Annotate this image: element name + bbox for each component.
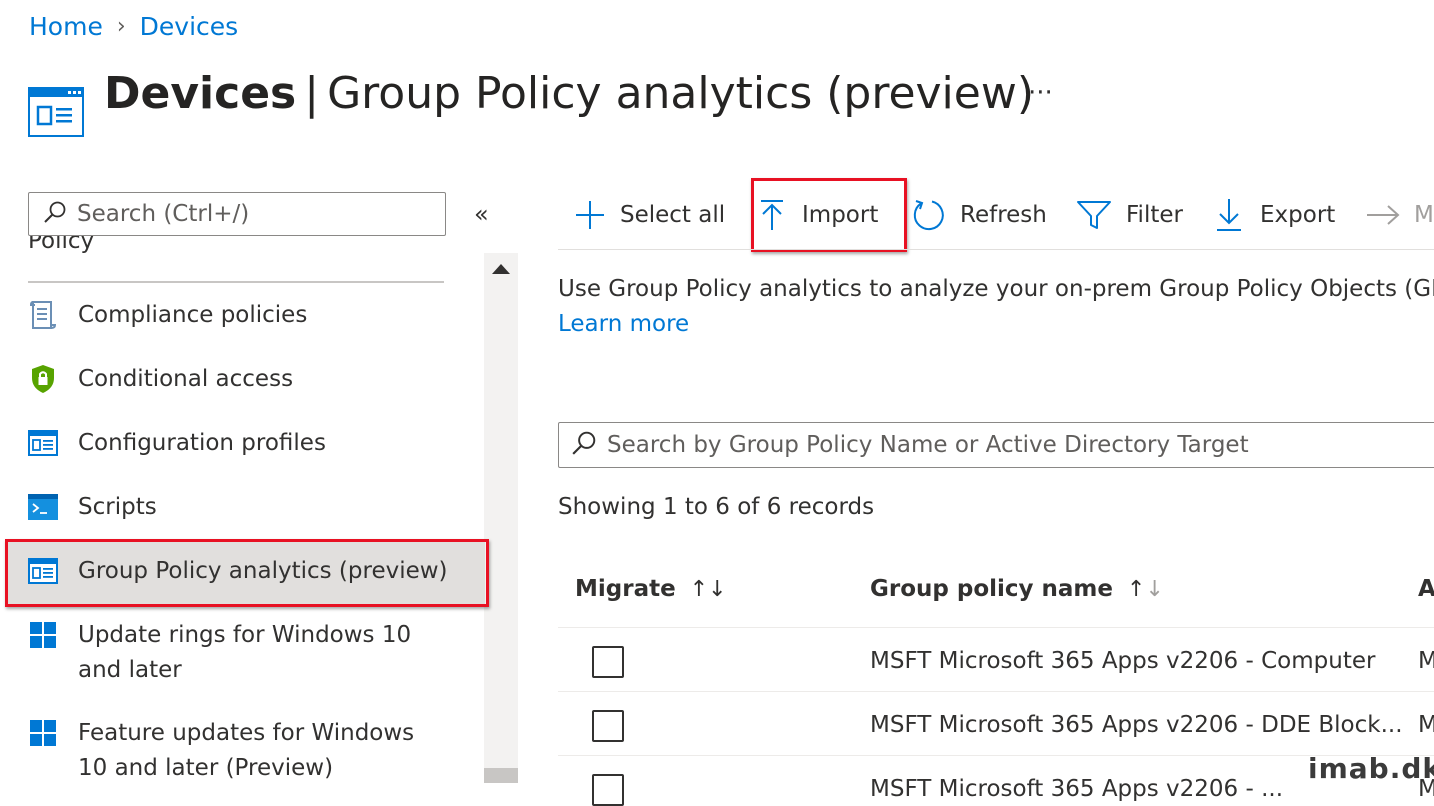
sidebar-search-input[interactable]: Search (Ctrl+/) <box>28 192 446 236</box>
search-icon <box>571 430 597 460</box>
devices-blade-icon <box>28 87 84 141</box>
sidebar-item-label: Scripts <box>78 494 157 520</box>
sidebar-item-label: Conditional access <box>78 366 294 392</box>
records-count: Showing 1 to 6 of 6 records <box>558 494 875 520</box>
sidebar-item-configuration-profiles[interactable]: Configuration profiles <box>0 426 484 466</box>
refresh-icon <box>912 198 946 232</box>
watermark: imab.dk <box>1308 752 1434 785</box>
table-row-divider <box>558 691 1434 692</box>
sidebar-item-label: Feature updates for Windows <box>78 720 415 746</box>
sort-arrows-icon[interactable]: ↑↓ <box>1127 577 1164 602</box>
highlight-box <box>5 539 489 607</box>
table-row-divider <box>558 755 1434 756</box>
row-checkbox[interactable] <box>592 710 624 742</box>
plus-icon <box>574 199 606 231</box>
select-all-button[interactable]: Select all <box>574 195 725 235</box>
page-title: Devices | Group Policy analytics (preview) <box>104 68 1034 119</box>
sidebar-section-heading: Policy <box>28 236 95 254</box>
collapse-sidebar-button[interactable]: « <box>474 200 489 228</box>
table-cell-partial: M <box>1418 712 1434 738</box>
description-text: Use Group Policy analytics to analyze yo… <box>558 276 1434 302</box>
breadcrumb-devices-link[interactable]: Devices <box>140 12 239 41</box>
sidebar-item-label: 10 and later (Preview) <box>78 755 334 781</box>
select-all-label: Select all <box>620 202 726 228</box>
more-options-button[interactable]: ··· <box>1028 78 1053 108</box>
migrate-label: M <box>1414 202 1434 228</box>
learn-more-link[interactable]: Learn more <box>558 311 689 337</box>
column-header-migrate[interactable]: Migrate ↑↓ <box>575 576 727 602</box>
sidebar-item-update-rings[interactable]: Update rings for Windows 10 and later <box>0 618 484 690</box>
sidebar-item-scripts[interactable]: Scripts <box>0 490 484 530</box>
refresh-button[interactable]: Refresh <box>912 195 1047 235</box>
sidebar-item-feature-updates[interactable]: Feature updates for Windows 10 and later… <box>0 716 484 783</box>
export-button[interactable]: Export <box>1216 195 1335 235</box>
column-header-partial[interactable]: A <box>1418 576 1434 602</box>
table-cell-policy-name[interactable]: MSFT Microsoft 365 Apps v2206 - ... <box>870 776 1283 802</box>
sidebar-search-placeholder: Search (Ctrl+/) <box>77 201 250 227</box>
export-label: Export <box>1260 202 1336 228</box>
sidebar-item-compliance-policies[interactable]: Compliance policies <box>0 298 484 338</box>
table-cell-policy-name[interactable]: MSFT Microsoft 365 Apps v2206 - DDE Bloc… <box>870 712 1403 738</box>
column-header-label: Migrate <box>575 576 676 602</box>
sidebar-scrollbar[interactable] <box>484 253 518 783</box>
refresh-label: Refresh <box>960 202 1047 228</box>
sort-arrows-icon[interactable]: ↑↓ <box>690 577 727 602</box>
search-icon <box>43 200 67 228</box>
filter-button[interactable]: Filter <box>1076 195 1183 235</box>
highlight-box <box>751 178 907 252</box>
breadcrumb-separator: › <box>116 14 126 39</box>
sidebar-item-label: Compliance policies <box>78 302 308 328</box>
breadcrumb-home-link[interactable]: Home <box>29 12 103 41</box>
policy-search-input[interactable]: Search by Group Policy Name or Active Di… <box>558 422 1434 468</box>
compliance-icon <box>28 300 58 330</box>
migrate-button[interactable]: M <box>1366 195 1434 235</box>
sidebar-item-conditional-access[interactable]: Conditional access <box>0 362 484 402</box>
filter-label: Filter <box>1126 202 1183 228</box>
windows-icon <box>28 718 58 748</box>
section-divider <box>28 281 444 283</box>
sidebar-item-label: Configuration profiles <box>78 430 326 456</box>
table-cell-policy-name[interactable]: MSFT Microsoft 365 Apps v2206 - Computer <box>870 648 1375 674</box>
policy-search-placeholder: Search by Group Policy Name or Active Di… <box>607 432 1249 458</box>
scrollbar-thumb[interactable] <box>484 768 518 783</box>
toolbar-divider <box>558 249 1434 250</box>
arrow-right-icon <box>1366 203 1400 227</box>
sidebar-item-label: and later <box>78 657 182 683</box>
row-checkbox[interactable] <box>592 774 624 806</box>
shield-lock-icon <box>28 364 58 394</box>
breadcrumb: Home › Devices <box>29 12 238 41</box>
filter-icon <box>1076 199 1112 231</box>
config-profile-icon <box>28 428 58 458</box>
windows-icon <box>28 620 58 650</box>
sidebar-item-label: Update rings for Windows 10 <box>78 622 412 648</box>
download-arrow-icon <box>1216 198 1242 232</box>
table-cell-partial: M <box>1418 648 1434 674</box>
column-header-group-policy-name[interactable]: Group policy name ↑↓ <box>870 576 1164 602</box>
row-checkbox[interactable] <box>592 646 624 678</box>
column-header-label: Group policy name <box>870 576 1113 602</box>
terminal-icon <box>28 492 58 522</box>
table-row-divider <box>558 627 1434 628</box>
scroll-up-arrow-icon[interactable] <box>492 264 510 274</box>
